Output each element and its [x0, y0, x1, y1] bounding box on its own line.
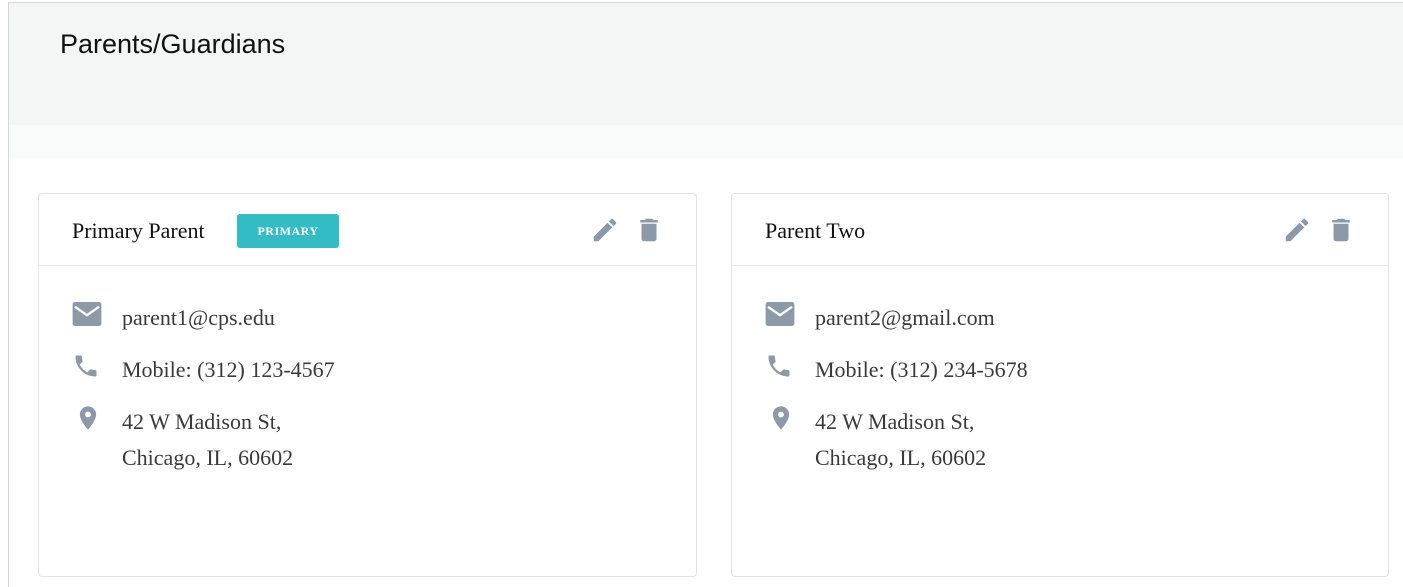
edit-button[interactable] [587, 212, 623, 248]
card-header: Primary Parent PRIMARY [39, 194, 696, 266]
email-text: parent2@gmail.com [815, 305, 995, 330]
address-text: 42 W Madison St, Chicago, IL, 60602 [815, 404, 986, 476]
address-line2: Chicago, IL, 60602 [815, 445, 987, 470]
header-divider-strip [9, 125, 1403, 158]
email-row: parent2@gmail.com [765, 300, 995, 336]
pencil-icon [593, 218, 617, 242]
guardians-panel: Parents/Guardians Primary Parent PRIMARY [8, 2, 1403, 587]
delete-button[interactable] [631, 212, 667, 248]
phone-row: Mobile: (312) 234-5678 [765, 352, 1028, 388]
primary-badge: PRIMARY [237, 214, 339, 248]
pencil-icon [1285, 218, 1309, 242]
address-line1: 42 W Madison St, [815, 409, 975, 434]
address-line1: 42 W Madison St, [122, 409, 282, 434]
map-pin-icon [772, 406, 790, 430]
guardian-name: Primary Parent [72, 218, 205, 243]
guardian-card-primary: Primary Parent PRIMARY parent1@cps.edu M… [38, 193, 697, 577]
phone-icon [768, 355, 790, 377]
page-title: Parents/Guardians [60, 29, 286, 59]
address-row: 42 W Madison St, Chicago, IL, 60602 [72, 404, 293, 476]
panel-header: Parents/Guardians [9, 3, 1403, 125]
phone-icon [75, 355, 97, 377]
trash-icon [1332, 218, 1350, 242]
address-row: 42 W Madison St, Chicago, IL, 60602 [765, 404, 986, 476]
address-text: 42 W Madison St, Chicago, IL, 60602 [122, 404, 293, 476]
delete-button[interactable] [1323, 212, 1359, 248]
envelope-icon [765, 302, 795, 326]
card-header: Parent Two [732, 194, 1388, 266]
email-text: parent1@cps.edu [122, 305, 275, 330]
email-row: parent1@cps.edu [72, 300, 275, 336]
trash-icon [640, 218, 658, 242]
phone-text: Mobile: (312) 234-5678 [815, 357, 1028, 382]
phone-text: Mobile: (312) 123-4567 [122, 357, 335, 382]
phone-row: Mobile: (312) 123-4567 [72, 352, 335, 388]
map-pin-icon [79, 406, 97, 430]
guardian-name: Parent Two [765, 218, 866, 243]
envelope-icon [72, 302, 102, 326]
guardian-card-secondary: Parent Two parent2@gmail.com Mobile: (31… [731, 193, 1389, 577]
address-line2: Chicago, IL, 60602 [122, 445, 294, 470]
edit-button[interactable] [1279, 212, 1315, 248]
